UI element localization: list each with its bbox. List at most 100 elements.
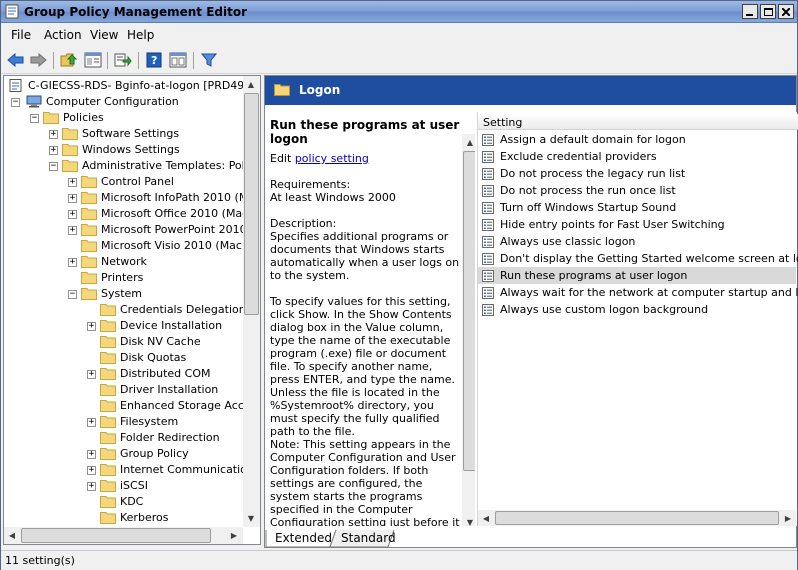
list-horizontal-scrollbar[interactable]: ◀ ▶ (478, 510, 796, 526)
tree-node[interactable]: + Microsoft PowerPoint 2010 (M (4, 222, 260, 238)
tree-node-label: Administrative Templates: Policy (82, 159, 261, 172)
collapse-icon[interactable]: − (49, 162, 58, 171)
expand-icon[interactable]: + (49, 146, 58, 155)
up-one-level-button[interactable] (58, 50, 80, 70)
tree-node[interactable]: − Computer Configuration (4, 94, 242, 110)
menu-file[interactable]: File (11, 28, 31, 42)
tree-node[interactable]: C-GIECSS-RDS- Bginfo-at-logon [PRD49-5HR (4, 78, 260, 94)
collapse-icon[interactable]: − (11, 98, 20, 107)
setting-row[interactable]: Don't display the Getting Started welcom… (478, 250, 798, 267)
setting-name: Don't display the Getting Started welcom… (500, 252, 798, 265)
tree-node[interactable]: + iSCSI (4, 478, 242, 494)
tree-node[interactable]: + Control Panel (4, 174, 242, 190)
expand-icon[interactable]: + (87, 450, 96, 459)
tree-node[interactable]: Microsoft Visio 2010 (Machine (4, 238, 260, 254)
folder-icon (43, 112, 59, 124)
tree-node[interactable]: Enhanced Storage Acces (4, 398, 256, 414)
setting-row[interactable]: Do not process the run once list (478, 182, 796, 199)
help-button[interactable]: ? (143, 50, 165, 70)
column-header-setting[interactable]: Setting (478, 114, 798, 130)
tree-node[interactable]: + Distributed COM (4, 366, 242, 382)
expand-icon[interactable]: + (87, 322, 96, 331)
scroll-up-arrow[interactable]: ▲ (462, 134, 475, 150)
tree-node[interactable]: Disk NV Cache (4, 334, 242, 350)
tree-hscroll-thumb[interactable] (21, 528, 211, 543)
close-button[interactable] (778, 4, 794, 19)
expand-icon[interactable]: + (68, 194, 77, 203)
tree-node[interactable]: Kerberos (4, 510, 242, 526)
setting-row[interactable]: Always use classic logon (478, 233, 796, 250)
tree-node[interactable]: − Policies (4, 110, 242, 126)
tree-node-label: Group Policy (120, 447, 189, 460)
tree-node[interactable]: + Software Settings (4, 126, 242, 142)
expand-icon[interactable]: + (68, 210, 77, 219)
setting-row[interactable]: Hide entry points for Fast User Switchin… (478, 216, 796, 233)
setting-row[interactable]: Exclude credential providers (478, 148, 796, 165)
scroll-down-arrow[interactable]: ▼ (462, 514, 475, 526)
export-list-button[interactable] (112, 50, 134, 70)
expand-icon[interactable]: + (87, 466, 96, 475)
minimize-button[interactable] (742, 4, 758, 19)
setting-row[interactable]: Always use custom logon background (478, 301, 796, 318)
status-bar: 11 setting(s) (1, 550, 797, 570)
scroll-down-arrow[interactable]: ▼ (243, 510, 259, 526)
tree-scroll-thumb[interactable] (244, 93, 259, 315)
description-scrollbar[interactable]: ▲ ▼ (462, 134, 475, 526)
setting-row[interactable]: Turn off Windows Startup Sound (478, 199, 796, 216)
folder-icon (81, 176, 97, 188)
menu-action[interactable]: Action (44, 28, 82, 42)
collapse-icon[interactable]: − (30, 114, 39, 123)
setting-row[interactable]: Assign a default domain for logon (478, 131, 796, 148)
tree-node[interactable]: + Filesystem (4, 414, 242, 430)
tree-node[interactable]: + Group Policy (4, 446, 242, 462)
tree-horizontal-scrollbar[interactable]: ◀ ▶ (4, 527, 243, 544)
setting-row[interactable]: Run these programs at user logon (478, 267, 796, 284)
tree-node[interactable]: + Microsoft Office 2010 (Machi (4, 206, 258, 222)
tree-node[interactable]: − Administrative Templates: Policy (4, 158, 260, 174)
tree-node[interactable]: KDC (4, 494, 242, 510)
scroll-right-arrow[interactable]: ▶ (780, 510, 796, 526)
tree-vertical-scrollbar[interactable]: ▲ ▼ (243, 76, 260, 527)
expand-icon[interactable]: + (49, 130, 58, 139)
list-hscroll-thumb[interactable] (495, 511, 779, 525)
filter-button[interactable] (198, 50, 220, 70)
tree-node[interactable]: − System (4, 286, 242, 302)
tab-extended[interactable]: Extended (275, 530, 332, 548)
tree-node[interactable]: Folder Redirection (4, 430, 242, 446)
expand-icon[interactable]: + (68, 226, 77, 235)
menu-view[interactable]: View (90, 28, 118, 42)
scroll-up-arrow[interactable]: ▲ (243, 76, 259, 92)
maximize-button[interactable] (760, 4, 776, 19)
show-hide-console-tree-button[interactable] (82, 50, 104, 70)
console-tree: C-GIECSS-RDS- Bginfo-at-logon [PRD49-5HR… (3, 75, 261, 545)
forward-button[interactable] (27, 50, 49, 70)
collapse-icon[interactable]: − (68, 290, 77, 299)
scroll-left-arrow[interactable]: ◀ (478, 510, 494, 526)
scroll-right-arrow[interactable]: ▶ (226, 527, 242, 543)
tree-node[interactable]: Printers (4, 270, 242, 286)
expand-icon[interactable]: + (87, 418, 96, 427)
tree-node[interactable]: + Windows Settings (4, 142, 242, 158)
tree-node[interactable]: Disk Quotas (4, 350, 242, 366)
back-button[interactable] (5, 50, 27, 70)
tree-node[interactable]: Driver Installation (4, 382, 242, 398)
tree-node[interactable]: + Network (4, 254, 242, 270)
tree-node-label: Windows Settings (82, 143, 180, 156)
properties-button[interactable] (167, 50, 189, 70)
tab-standard[interactable]: Standard (341, 530, 396, 548)
tree-node[interactable]: Credentials Delegation (4, 302, 246, 318)
expand-icon[interactable]: + (87, 482, 96, 491)
description-scroll-thumb[interactable] (463, 151, 475, 471)
edit-policy-setting-link[interactable]: policy setting (295, 152, 369, 165)
tree-node[interactable]: + Device Installation (4, 318, 242, 334)
title-bar: Group Policy Management Editor (1, 1, 797, 23)
expand-icon[interactable]: + (87, 370, 96, 379)
setting-row[interactable]: Always wait for the network at computer … (478, 284, 798, 301)
setting-row[interactable]: Do not process the legacy run list (478, 165, 796, 182)
tree-node[interactable]: + Internet Communication (4, 462, 254, 478)
menu-help[interactable]: Help (127, 28, 154, 42)
expand-icon[interactable]: + (68, 258, 77, 267)
expand-icon[interactable]: + (68, 178, 77, 187)
scroll-left-arrow[interactable]: ◀ (4, 527, 20, 543)
tree-node[interactable]: + Microsoft InfoPath 2010 (Ma (4, 190, 255, 206)
